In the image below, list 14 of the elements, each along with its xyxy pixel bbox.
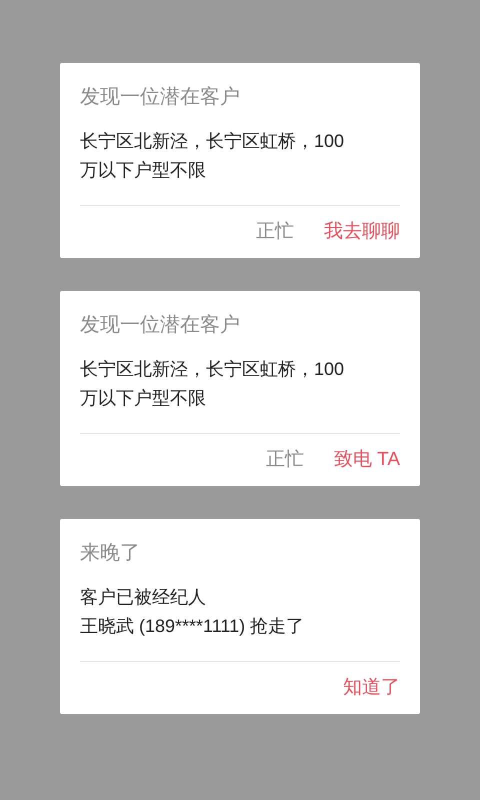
action-button[interactable]: 正忙 [256, 218, 294, 246]
action-button[interactable]: 我去聊聊 [324, 218, 400, 246]
card-message: 长宁区北新泾，长宁区虹桥，100 [80, 358, 346, 381]
card-message: 万以下户型不限 [80, 387, 207, 410]
action-button[interactable]: 知道了 [343, 674, 400, 702]
card-message: 万以下户型不限 [80, 159, 207, 182]
card-title: 发现一位潜在客户 [80, 85, 241, 110]
card-title: 发现一位潜在客户 [80, 313, 241, 338]
card-message: 客户已被经纪人 [80, 586, 207, 609]
card-title: 来晚了 [80, 541, 141, 566]
action-button[interactable]: 致电 TA [334, 446, 400, 474]
card-message: 王晓武 (189****1111) 抢走了 [80, 615, 306, 638]
action-button[interactable]: 正忙 [266, 446, 304, 474]
card-message: 长宁区北新泾，长宁区虹桥，100 [80, 130, 346, 153]
